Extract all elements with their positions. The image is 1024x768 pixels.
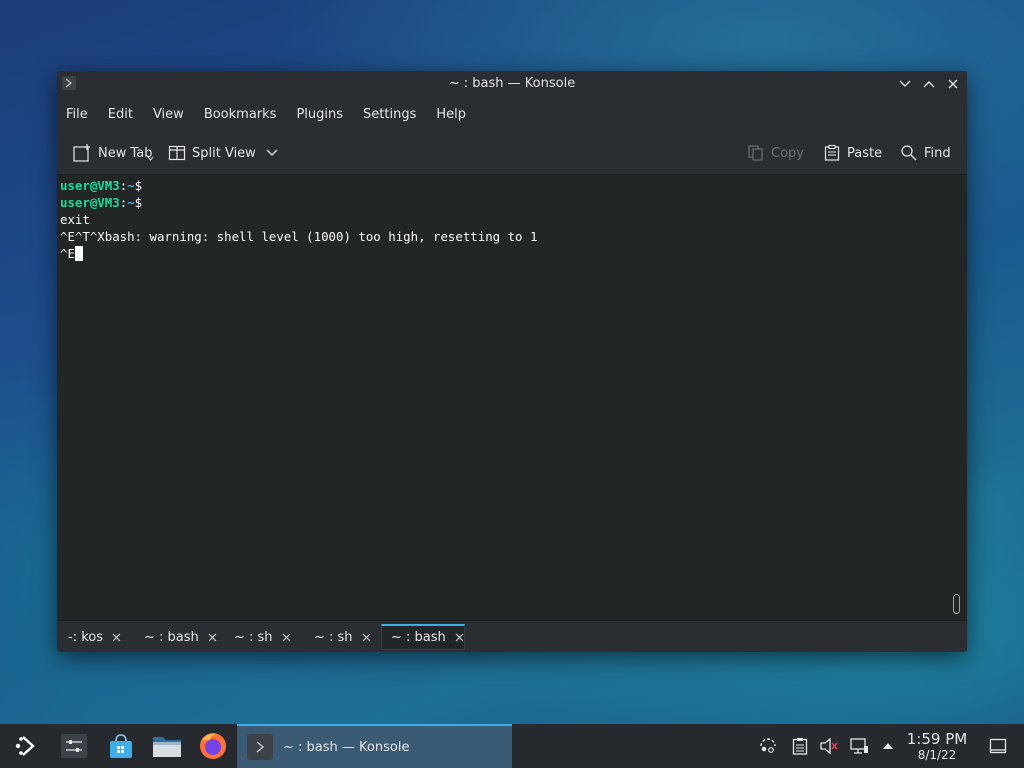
paste-icon [824, 144, 840, 161]
digital-clock[interactable]: 1:59 PM 8/1/22 [898, 730, 976, 762]
copy-label: Copy [771, 145, 804, 161]
arrow-up-icon [883, 743, 893, 749]
konsole-window: ~ : bash — Konsole File Edit View Bookma… [57, 71, 967, 652]
volume-muted-icon [820, 737, 838, 755]
find-button[interactable]: Find [900, 142, 951, 164]
text-cursor [74, 246, 83, 261]
tab-close-button[interactable] [362, 633, 371, 642]
terminal-line: user@VM3:~$ [60, 178, 143, 193]
tab-close-button[interactable] [455, 633, 464, 642]
settings-icon [61, 734, 87, 758]
new-tab-icon [73, 144, 90, 162]
close-icon [455, 633, 464, 642]
menu-settings[interactable]: Settings [363, 107, 416, 122]
close-button[interactable] [943, 74, 963, 94]
paste-button[interactable]: Paste [823, 142, 882, 164]
network-wired-icon [850, 738, 868, 754]
peek-desktop-button[interactable] [988, 736, 1008, 756]
maximize-button[interactable] [919, 74, 939, 94]
split-view-button[interactable]: Split View [168, 142, 284, 164]
menu-bar: File Edit View Bookmarks Plugins Setting… [57, 97, 967, 131]
show-desktop-icon [989, 738, 1007, 754]
clipboard-icon [792, 738, 808, 755]
close-icon [948, 79, 958, 89]
menu-bookmarks[interactable]: Bookmarks [204, 107, 277, 122]
menu-plugins[interactable]: Plugins [296, 107, 343, 122]
menu-edit[interactable]: Edit [108, 107, 133, 122]
terminal-line: user@VM3:~$ [60, 195, 143, 210]
tab-close-button[interactable] [282, 633, 291, 642]
network-tray-button[interactable] [849, 736, 869, 756]
menu-help[interactable]: Help [436, 107, 466, 122]
close-icon [282, 633, 290, 641]
chevron-down-icon [266, 149, 278, 156]
folder-icon [153, 737, 181, 757]
volume-tray-button[interactable] [819, 736, 839, 756]
menu-view[interactable]: View [153, 107, 184, 122]
system-settings-launcher[interactable] [52, 724, 96, 768]
kdeconnect-icon [760, 738, 776, 753]
copy-button[interactable]: Copy [747, 142, 804, 164]
split-view-label: Split View [192, 145, 256, 161]
main-toolbar: New Tab Split View Copy Paste Find [57, 131, 967, 175]
tab-kos[interactable]: -: kos [59, 624, 133, 650]
chevron-up-icon [923, 81, 935, 88]
clipboard-tray-button[interactable] [790, 736, 810, 756]
new-tab-label: New Tab [98, 145, 153, 161]
task-title: ~ : bash — Konsole [283, 739, 410, 755]
task-konsole[interactable]: ~ : bash — Konsole [237, 724, 512, 768]
konsole-icon [247, 734, 273, 760]
firefox-icon [200, 733, 226, 759]
tab-sh-1[interactable]: ~ : sh [225, 624, 299, 650]
show-hidden-tray-button[interactable] [878, 736, 898, 756]
title-bar[interactable]: ~ : bash — Konsole [57, 71, 967, 97]
terminal-line: ^E^T^Xbash: warning: shell level (1000) … [60, 229, 538, 244]
terminal-line: exit [60, 212, 90, 227]
tab-sh-2[interactable]: ~ : sh [305, 624, 379, 650]
window-title: ~ : bash — Konsole [448, 76, 576, 91]
tab-label: -: kos [68, 629, 103, 645]
application-launcher-icon [15, 736, 35, 756]
tab-label: ~ : bash [391, 630, 446, 645]
tab-bar: -: kos ~ : bash ~ : sh ~ : sh ~ : bash [57, 620, 967, 652]
application-launcher-button[interactable] [4, 724, 48, 768]
file-manager-launcher[interactable] [145, 724, 189, 768]
split-view-icon [168, 145, 186, 161]
new-tab-button[interactable]: New Tab [72, 142, 154, 164]
search-icon [901, 145, 917, 161]
find-label: Find [924, 145, 951, 161]
store-bag-icon [110, 734, 132, 758]
terminal-scrollbar[interactable] [947, 175, 967, 620]
discover-launcher[interactable] [99, 724, 143, 768]
minimize-button[interactable] [895, 74, 915, 94]
chevron-down-icon [899, 80, 911, 87]
scrollbar-thumb[interactable] [953, 594, 960, 614]
tab-bash-active[interactable]: ~ : bash [381, 624, 465, 650]
clock-date: 8/1/22 [917, 748, 957, 762]
tab-label: ~ : sh [314, 629, 353, 645]
kdeconnect-tray-button[interactable] [758, 736, 778, 756]
close-icon [362, 633, 370, 641]
clock-time: 1:59 PM [906, 730, 968, 748]
terminal-output[interactable]: user@VM3:~$ user@VM3:~$ exit ^E^T^Xbash:… [57, 175, 947, 620]
menu-file[interactable]: File [66, 107, 88, 122]
paste-label: Paste [847, 145, 883, 161]
close-icon [112, 633, 121, 641]
close-icon [208, 633, 217, 641]
chevron-down-icon [147, 156, 153, 161]
tab-label: ~ : bash [144, 629, 199, 645]
tab-close-button[interactable] [208, 633, 217, 642]
tab-label: ~ : sh [234, 629, 273, 645]
taskbar: ~ : bash — Konsole 1:59 PM 8/1/22 [0, 724, 1024, 768]
copy-icon [748, 145, 763, 161]
tab-close-button[interactable] [112, 633, 121, 642]
firefox-launcher[interactable] [191, 724, 235, 768]
terminal-line: ^E [60, 245, 947, 262]
tab-bash-1[interactable]: ~ : bash [135, 624, 219, 650]
